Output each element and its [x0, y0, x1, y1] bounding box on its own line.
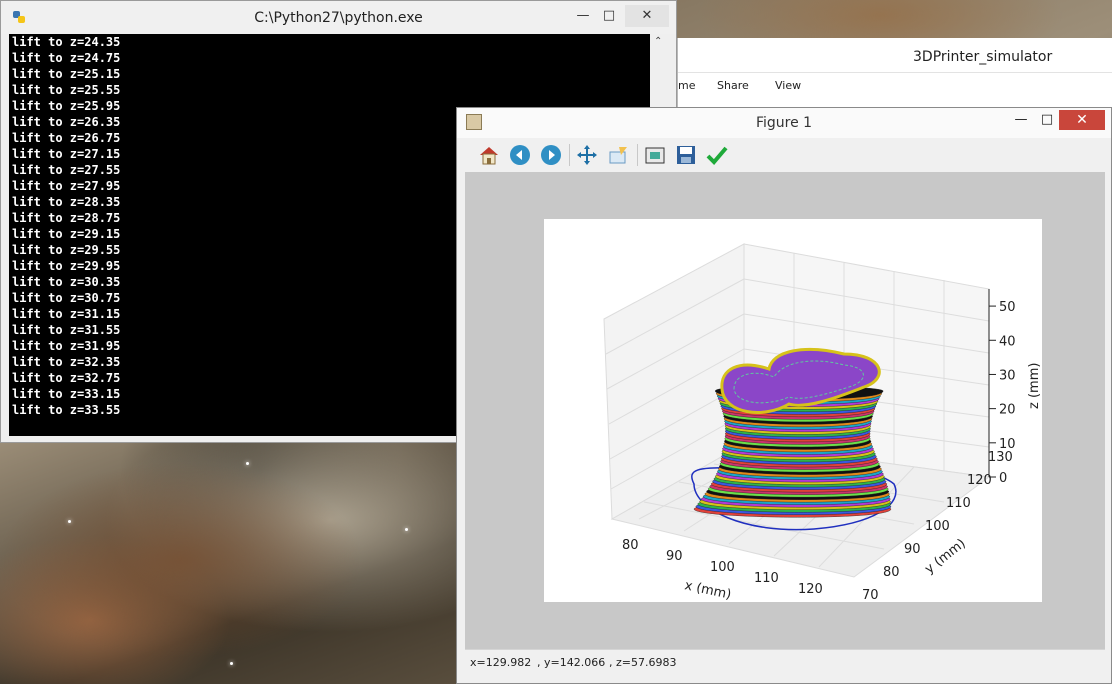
y-tick-label: 110	[946, 496, 971, 511]
back-icon[interactable]	[508, 143, 532, 167]
figure-minimize-button[interactable]: —	[1011, 110, 1031, 130]
z-tick-label: 40	[999, 334, 1016, 349]
console-line: lift to z=25.15	[12, 67, 121, 81]
y-tick-label: 90	[904, 542, 921, 557]
star	[405, 528, 408, 531]
console-line: lift to z=25.55	[12, 83, 121, 97]
toolbar-separator	[637, 144, 638, 166]
z-axis-label: z (mm)	[1027, 363, 1042, 409]
figure-maximize-button[interactable]: □	[1037, 110, 1057, 130]
y-tick-label: 80	[883, 565, 900, 580]
z-tick-label: 0	[999, 471, 1007, 486]
toolbar-separator	[569, 144, 570, 166]
ribbon-tab-share[interactable]: Share	[717, 79, 749, 92]
x-axis-label: x (mm)	[683, 578, 732, 602]
x-tick-label: 120	[798, 582, 823, 597]
star	[68, 520, 71, 523]
z-tick-label: 50	[999, 300, 1016, 315]
ribbon-tab-home[interactable]: me	[678, 79, 695, 92]
status-x: x=129.982	[470, 656, 532, 669]
explorer-ribbon: me Share View	[678, 72, 1112, 103]
z-tick-label: 20	[999, 403, 1016, 418]
pan-icon[interactable]	[575, 143, 599, 167]
x-tick-label: 80	[622, 538, 639, 553]
ribbon-tab-view[interactable]: View	[775, 79, 801, 92]
check-icon[interactable]	[705, 143, 729, 167]
save-icon[interactable]	[674, 143, 698, 167]
figure-toolbar	[465, 138, 1105, 173]
console-line: lift to z=24.35	[12, 35, 121, 49]
forward-icon[interactable]	[539, 143, 563, 167]
close-button[interactable]: ✕	[625, 5, 669, 27]
figure-statusbar: x=129.982 , y=142.066 , z=57.6983	[465, 649, 1105, 678]
star	[246, 462, 249, 465]
scroll-up-icon[interactable]: ⌃	[654, 36, 662, 47]
surface-plot[interactable]: 01020304050 8090100110120 70809010011012…	[544, 219, 1042, 603]
status-z: , z=57.6983	[609, 656, 677, 669]
z-tick-label: 30	[999, 368, 1016, 383]
minimize-button[interactable]: —	[573, 5, 593, 27]
console-line: lift to z=24.75	[12, 51, 121, 65]
subplots-icon[interactable]	[643, 143, 667, 167]
maximize-button[interactable]: □	[599, 5, 619, 27]
x-tick-label: 90	[666, 549, 683, 564]
figure-titlebar[interactable]: Figure 1 — □ ✕	[457, 108, 1111, 138]
y-tick-label: 130	[988, 450, 1013, 465]
y-axis-label: y (mm)	[922, 536, 969, 577]
zoom-icon[interactable]	[606, 143, 630, 167]
home-icon[interactable]	[477, 143, 501, 167]
figure-canvas[interactable]: 0 10 20 30 40 50 80 90 100 110 120 70 80 90 100 110 12…	[465, 172, 1105, 649]
explorer-title: 3DPrinter_simulator	[913, 49, 1053, 65]
console-titlebar[interactable]: C:\Python27\python.exe — □ ✕	[1, 1, 676, 34]
x-tick-label: 100	[710, 560, 735, 575]
explorer-window: 3DPrinter_simulator me Share View	[677, 38, 1112, 110]
y-tick-label: 120	[967, 473, 992, 488]
figure-close-button[interactable]: ✕	[1059, 110, 1105, 130]
figure-window: Figure 1 — □ ✕ 0 10 20 30 40 50 80 90 10…	[456, 107, 1112, 684]
star	[230, 662, 233, 665]
y-tick-label: 100	[925, 519, 950, 534]
y-tick-label: 70	[862, 588, 879, 602]
x-tick-label: 110	[754, 571, 779, 586]
status-y: , y=142.066	[537, 656, 606, 669]
plot-area[interactable]: 0 10 20 30 40 50 80 90 100 110 120 70 80 90 100 110 12…	[544, 219, 1042, 603]
